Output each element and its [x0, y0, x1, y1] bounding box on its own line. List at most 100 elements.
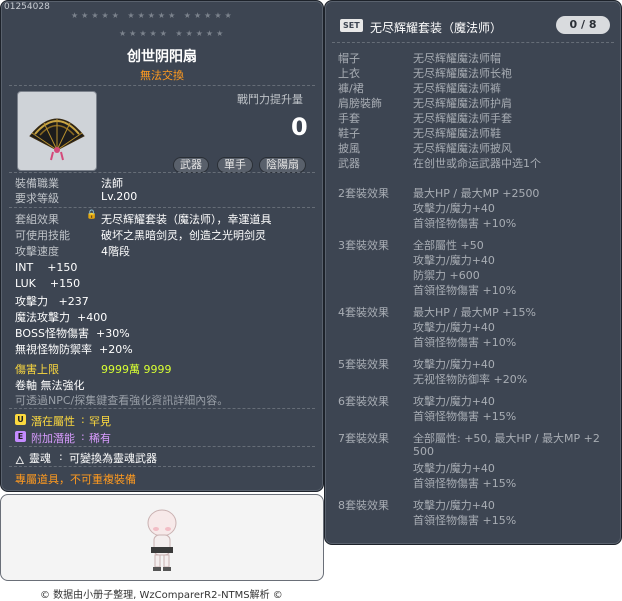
- set-effect-line: 攻擊力/魔力+40: [413, 395, 495, 408]
- divider: [9, 446, 315, 447]
- speed-label: 攻擊速度: [15, 245, 59, 258]
- set-count: 0 / 8: [556, 16, 610, 34]
- potential-badge-icon: U: [15, 414, 26, 425]
- set-piece-name: 无尽辉耀魔法师护肩: [413, 97, 512, 110]
- req-job-label: 裝備職業: [15, 177, 59, 190]
- set-piece-slot: 手套: [338, 112, 360, 125]
- damage-cap-label: 傷害上限: [15, 363, 59, 376]
- item-icon-frame: [17, 91, 97, 171]
- set-effect-label: 5套裝效果: [338, 358, 389, 371]
- set-effect-line: 首領怪物傷害 +10%: [413, 284, 517, 297]
- set-piece-name: 无尽辉耀魔法师裤: [413, 82, 501, 95]
- lock-icon: 🔒: [86, 210, 98, 220]
- set-effect-line: 首領怪物傷害 +15%: [413, 410, 517, 423]
- set-effect-label: 3套裝效果: [338, 239, 389, 252]
- soul-value: 可變換為靈魂武器: [69, 452, 157, 465]
- set-badge-icon: SET: [340, 19, 363, 32]
- stat-luk: LUK +150: [15, 277, 81, 290]
- footer-credit: © 数据由小册子整理, WzComparerR2-NTMS解析 ©: [40, 590, 283, 601]
- set-piece-slot: 武器: [338, 157, 360, 170]
- set-effect-line: 攻擊力/魔力+40: [413, 321, 495, 334]
- divider: [9, 85, 315, 86]
- divider: [9, 172, 315, 173]
- potential-label: 潛在屬性: [31, 415, 75, 428]
- hint-line: 可透過NPC/探集鍵查看強化資訊詳細內容。: [15, 394, 229, 407]
- req-level-label: 要求等級: [15, 192, 59, 205]
- skill-label: 可使用技能: [15, 229, 70, 242]
- divider: [332, 42, 614, 43]
- trade-status: 無法交換: [140, 69, 184, 82]
- category-chip-fan: 陰陽扇: [259, 157, 306, 173]
- set-effect-line: 首領怪物傷害 +15%: [413, 514, 517, 527]
- set-name: 无尽辉耀套装（魔法师）: [370, 21, 503, 35]
- speed-value: 4階段: [101, 245, 130, 258]
- power-value: 0: [291, 113, 308, 141]
- set-effect-label: 2套裝效果: [338, 187, 389, 200]
- stat-int: INT +150: [15, 261, 78, 274]
- set-effect-label: 4套裝效果: [338, 306, 389, 319]
- soul-label: 靈魂: [29, 452, 51, 465]
- character-preview-panel: [0, 494, 324, 581]
- scroll-line: 卷軸 無法強化: [15, 379, 85, 392]
- item-id: 01254028: [4, 2, 50, 12]
- set-effect-line: 最大HP / 最大MP +2500: [413, 187, 540, 200]
- set-effect-line: 无视怪物防御率 +20%: [413, 373, 528, 386]
- set-effect-line: 首領怪物傷害 +10%: [413, 217, 517, 230]
- stat-boss-damage: BOSS怪物傷害 +30%: [15, 327, 130, 340]
- set-effect-line: 攻擊力/魔力+40: [413, 358, 495, 371]
- category-chip-weapon: 武器: [173, 157, 209, 173]
- req-level-value: Lv.200: [101, 190, 138, 203]
- soul-colon: :: [59, 450, 63, 463]
- set-effect-label: 7套裝效果: [338, 432, 389, 445]
- divider: [9, 207, 315, 208]
- set-piece-slot: 褲/裙: [338, 82, 364, 95]
- set-piece-slot: 上衣: [338, 67, 360, 80]
- set-effect-value: 无尽辉耀套装（魔法师），幸運道具: [101, 213, 272, 226]
- damage-cap-value: 9999萬 9999: [101, 363, 172, 376]
- enhancement-stars-row2: ★★★★★ ★★★★★: [119, 29, 227, 38]
- divider: [9, 408, 315, 409]
- divider: [9, 466, 315, 467]
- skill-value: 破坏之黑暗剑灵，创造之光明剑灵: [101, 229, 266, 242]
- set-piece-name: 无尽辉耀魔法师帽: [413, 52, 501, 65]
- set-effect-line: 首領怪物傷害 +15%: [413, 477, 517, 490]
- set-effect-line: 防禦力 +600: [413, 269, 480, 282]
- character-avatar: [147, 509, 177, 571]
- item-name: 创世阴阳扇: [127, 49, 197, 65]
- set-piece-slot: 披風: [338, 142, 360, 155]
- set-effect-line: 首領怪物傷害 +10%: [413, 336, 517, 349]
- set-effect-line: 全部屬性: +50, 最大HP / 最大MP +2: [413, 432, 600, 445]
- set-piece-name: 无尽辉耀魔法师披风: [413, 142, 512, 155]
- set-effect-label: 8套裝效果: [338, 499, 389, 512]
- enhancement-stars-row1: ★★★★★ ★★★★★ ★★★★★: [71, 11, 235, 20]
- power-label: 戰鬥力提升量: [237, 93, 303, 106]
- fan-icon: [29, 118, 85, 161]
- potential-value: 罕見: [89, 415, 111, 428]
- stat-attack: 攻擊力 +237: [15, 295, 89, 308]
- req-job-value: 法師: [101, 177, 123, 190]
- set-piece-slot: 鞋子: [338, 127, 360, 140]
- stat-ignore-defense: 無視怪物防禦率 +20%: [15, 343, 133, 356]
- item-tooltip-panel: 01254028 ★★★★★ ★★★★★ ★★★★★ ★★★★★ ★★★★★ 创…: [0, 0, 324, 492]
- set-effect-label: 6套裝效果: [338, 395, 389, 408]
- potential-colon: :: [81, 413, 85, 426]
- set-effect-line: 500: [413, 445, 434, 458]
- category-chip-onehand: 單手: [217, 157, 253, 173]
- set-piece-name: 无尽辉耀魔法师鞋: [413, 127, 501, 140]
- stat-magic-attack: 魔法攻擊力 +400: [15, 311, 108, 324]
- set-piece-slot: 肩膀裝飾: [338, 97, 382, 110]
- additional-value: 稀有: [89, 432, 111, 445]
- set-piece-name: 无尽辉耀魔法师长袍: [413, 67, 512, 80]
- soul-flame-icon: 🜂: [15, 454, 25, 467]
- additional-badge-icon: E: [15, 431, 26, 442]
- set-effect-line: 攻擊力/魔力+40: [413, 202, 495, 215]
- set-piece-name: 无尽辉耀魔法师手套: [413, 112, 512, 125]
- set-effect-label: 套組效果: [15, 213, 59, 226]
- set-piece-name: 在创世或命运武器中选1个: [413, 157, 541, 170]
- set-effect-line: 攻擊力/魔力+40: [413, 254, 495, 267]
- set-piece-slot: 帽子: [338, 52, 360, 65]
- set-effect-line: 最大HP / 最大MP +15%: [413, 306, 536, 319]
- set-effect-line: 攻擊力/魔力+40: [413, 462, 495, 475]
- set-effect-line: 攻擊力/魔力+40: [413, 499, 495, 512]
- additional-label: 附加潛能: [31, 432, 75, 445]
